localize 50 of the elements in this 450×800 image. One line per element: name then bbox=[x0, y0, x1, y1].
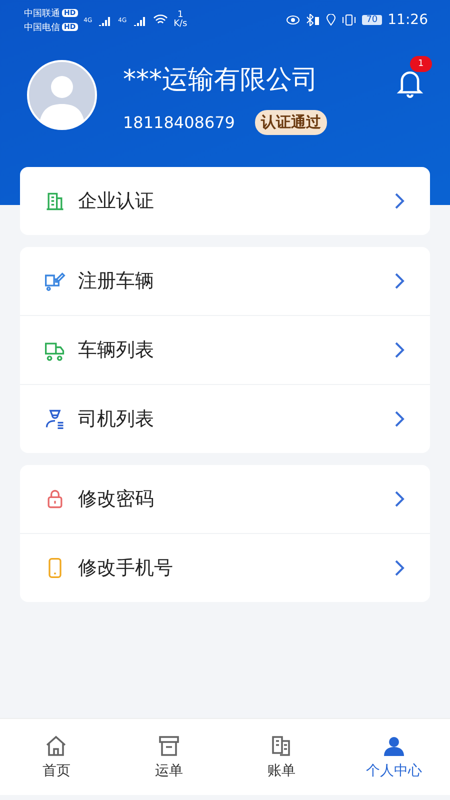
home-icon bbox=[44, 734, 68, 758]
speed-value: 1 bbox=[178, 11, 184, 20]
menu-label: 修改密码 bbox=[78, 487, 155, 512]
menu-item[interactable]: 企业认证 bbox=[20, 167, 430, 235]
tab-item[interactable]: 个人中心 bbox=[338, 719, 450, 795]
location-icon bbox=[326, 14, 336, 26]
menu-label: 企业认证 bbox=[78, 189, 155, 214]
chevron-right-icon bbox=[394, 341, 406, 359]
signal-icon bbox=[98, 14, 112, 26]
menu-item[interactable]: 修改手机号 bbox=[20, 533, 430, 602]
tab-label: 首页 bbox=[42, 762, 70, 780]
speed-unit: K/s bbox=[174, 20, 188, 29]
chevron-right-icon bbox=[394, 192, 406, 210]
truck-edit-icon bbox=[44, 270, 66, 292]
tab-label: 个人中心 bbox=[366, 762, 422, 780]
clock-time: 11:26 bbox=[388, 12, 428, 28]
archive-icon bbox=[156, 734, 181, 758]
wifi-icon bbox=[152, 14, 168, 26]
company-name: ***运输有限公司 bbox=[123, 64, 318, 96]
menu-item[interactable]: 注册车辆 bbox=[20, 247, 430, 315]
tab-item[interactable]: 运单 bbox=[112, 719, 225, 795]
menu-item[interactable]: 修改密码 bbox=[20, 465, 430, 533]
menu-item[interactable]: 司机列表 bbox=[20, 384, 430, 453]
chevron-right-icon bbox=[394, 272, 406, 290]
vibrate-icon bbox=[342, 14, 356, 26]
building-icon bbox=[44, 190, 66, 212]
chevron-right-icon bbox=[394, 410, 406, 428]
menu-label: 注册车辆 bbox=[78, 269, 155, 294]
eye-icon bbox=[286, 15, 300, 25]
carrier-name: 中国电信 bbox=[24, 22, 60, 34]
tab-label: 账单 bbox=[267, 762, 296, 780]
chevron-right-icon bbox=[394, 490, 406, 508]
menu-label: 修改手机号 bbox=[78, 556, 174, 581]
phone-number: 18118408679 bbox=[123, 113, 235, 132]
user-icon bbox=[382, 734, 406, 758]
signal-icon bbox=[132, 14, 147, 26]
tab-item[interactable]: 首页 bbox=[0, 719, 112, 795]
carrier-name: 中国联通 bbox=[24, 8, 60, 20]
battery-level: 70 bbox=[362, 15, 382, 25]
tab-label: 运单 bbox=[154, 762, 183, 780]
chevron-right-icon bbox=[394, 559, 406, 577]
driver-icon bbox=[44, 408, 66, 430]
tab-item[interactable]: 账单 bbox=[225, 719, 338, 795]
notification-count: 1 bbox=[410, 56, 432, 72]
menu-item[interactable]: 车辆列表 bbox=[20, 315, 430, 384]
verified-badge: 认证通过 bbox=[254, 110, 327, 135]
menu-label: 车辆列表 bbox=[78, 338, 155, 363]
menu-label: 司机列表 bbox=[78, 407, 155, 432]
avatar bbox=[27, 60, 97, 130]
bluetooth-icon bbox=[306, 14, 320, 26]
